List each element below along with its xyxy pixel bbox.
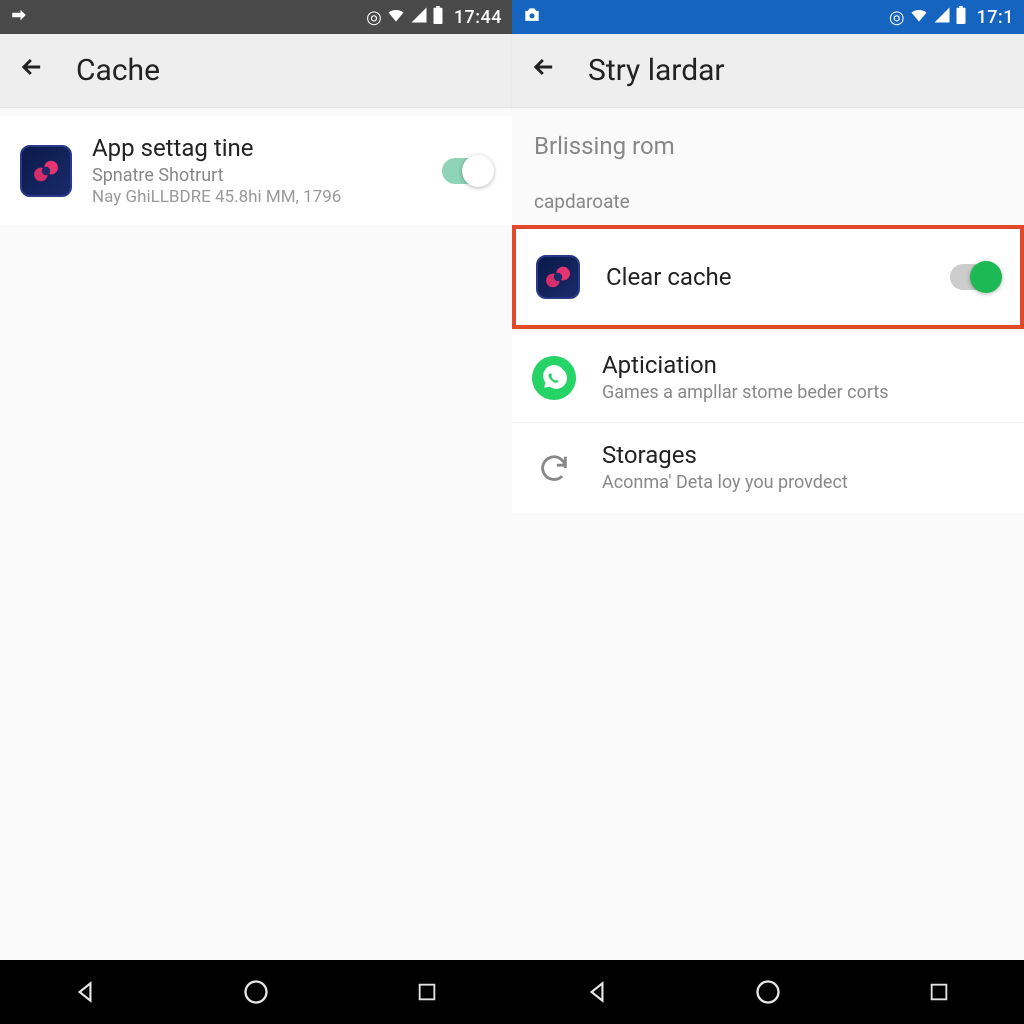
nav-home-icon[interactable]: [738, 972, 798, 1012]
section-header: Brlissing rom: [512, 108, 1024, 170]
nav-back-icon[interactable]: [55, 972, 115, 1012]
row-subtitle-1: Spnatre Shotrurt: [92, 164, 442, 187]
nav-back-icon[interactable]: [567, 972, 627, 1012]
signal-icon: [933, 6, 951, 29]
app-icon: [20, 145, 72, 197]
row-title: Storages: [602, 441, 1004, 469]
nav-bar: [512, 960, 1024, 1024]
app-icon: [536, 255, 580, 299]
status-time: 17:44: [454, 7, 502, 28]
content-area: Brlissing rom capdaroate Clear cache Apt…: [512, 108, 1024, 960]
back-icon[interactable]: [18, 53, 46, 89]
camera-icon: [522, 5, 542, 30]
sync-icon: ◎: [366, 7, 382, 28]
row-subtitle-2: Nay GhiLLBDRE 45.8hi MM, 1796: [92, 187, 442, 207]
section-label: capdaroate: [512, 170, 1024, 221]
nav-recent-icon[interactable]: [909, 972, 969, 1012]
toggle-switch[interactable]: [950, 264, 1000, 290]
battery-icon: [955, 6, 967, 29]
screen-right: ◎ 17:1 Stry lardar Brlissing rom capdaro…: [512, 0, 1024, 1024]
wifi-icon: [386, 5, 406, 30]
whatsapp-icon: [532, 356, 576, 400]
nav-home-icon[interactable]: [226, 972, 286, 1012]
screen-left: ◎ 17:44 Cache: [0, 0, 512, 1024]
page-title: Stry lardar: [588, 53, 725, 88]
nav-bar: [0, 960, 512, 1024]
sync-icon: ◎: [889, 7, 905, 28]
status-bar: ◎ 17:44: [0, 0, 512, 34]
toggle-switch[interactable]: [442, 158, 492, 184]
content-area: App settag tine Spnatre Shotrurt Nay Ghi…: [0, 108, 512, 960]
wifi-icon: [909, 5, 929, 30]
app-bar: Stry lardar: [512, 34, 1024, 108]
row-title: Apticiation: [602, 351, 1004, 379]
back-icon[interactable]: [530, 53, 558, 89]
row-subtitle: Aconma' Deta loy you provdect: [602, 471, 1004, 494]
status-bar: ◎ 17:1: [512, 0, 1024, 34]
row-title: App settag tine: [92, 134, 442, 162]
signal-icon: [410, 6, 428, 29]
application-row[interactable]: Apticiation Games a ampllar stome beder …: [512, 333, 1024, 423]
app-bar: Cache: [0, 34, 512, 108]
share-icon: [10, 6, 28, 29]
app-settings-row[interactable]: App settag tine Spnatre Shotrurt Nay Ghi…: [0, 116, 512, 225]
nav-recent-icon[interactable]: [397, 972, 457, 1012]
page-title: Cache: [76, 53, 160, 88]
storages-row[interactable]: Storages Aconma' Deta loy you provdect: [512, 423, 1024, 512]
row-title: Clear cache: [606, 263, 950, 291]
clear-cache-row[interactable]: Clear cache: [512, 225, 1024, 329]
row-subtitle: Games a ampllar stome beder corts: [602, 381, 1004, 404]
refresh-icon: [532, 446, 576, 490]
status-time: 17:1: [977, 7, 1014, 28]
battery-icon: [432, 6, 444, 29]
